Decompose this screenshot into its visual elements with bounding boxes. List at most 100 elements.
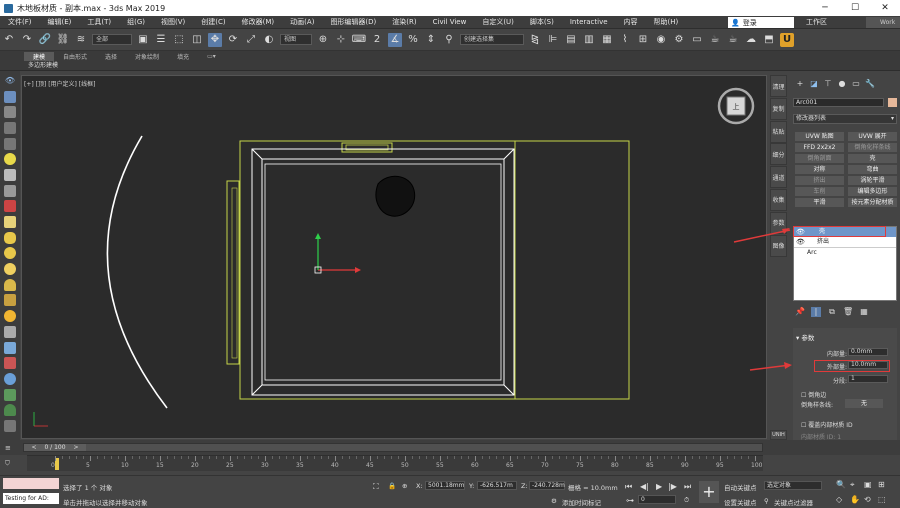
side-tab-copy[interactable]: 复制 <box>770 97 787 120</box>
side-tab-cleanup[interactable]: 清理 <box>770 75 787 97</box>
cylinder-icon[interactable] <box>4 231 16 244</box>
mod-turbosmooth-button[interactable]: 涡轮平滑 <box>848 176 897 185</box>
isolate-icon[interactable]: ⛶ <box>373 482 379 492</box>
eye-icon[interactable]: 👁 <box>796 237 805 247</box>
render-setup-icon[interactable]: ⚙ <box>672 33 686 47</box>
override-inner-checkbox[interactable]: ☐ 覆盖内部材质 ID <box>801 420 853 429</box>
select-object-icon[interactable]: ▣ <box>136 33 150 47</box>
mod-lathe-button[interactable]: 车削 <box>795 187 844 196</box>
pin-stack-icon[interactable]: 📌 <box>795 307 805 317</box>
mod-uvw-unwrap-button[interactable]: UVW 展开 <box>848 132 897 141</box>
menu-edit[interactable]: 编辑(E) <box>40 17 80 27</box>
minimize-button[interactable]: ─ <box>810 0 840 16</box>
login-dropdown[interactable]: 👤 登录 <box>728 17 794 28</box>
rect-select-icon[interactable]: ⬚ <box>172 33 186 47</box>
zoom-extents-icon[interactable]: ▣ <box>864 480 872 489</box>
display-tab-icon[interactable]: ▭ <box>849 79 863 89</box>
set-key-mode-button[interactable]: 设置关键点 <box>724 497 757 507</box>
lock-icon[interactable]: 🔒 <box>388 482 396 490</box>
side-tab-unit[interactable]: UNIH <box>770 430 787 440</box>
sort-icon[interactable] <box>4 121 16 134</box>
inner-amount-spinner[interactable]: 0.0mm <box>848 348 888 356</box>
scene-explorer-icon[interactable] <box>4 90 16 103</box>
box-icon[interactable] <box>4 216 16 229</box>
mod-material-by-element-button[interactable]: 按元素分配材质 <box>848 198 897 207</box>
filter-icon[interactable]: ⛉ <box>5 459 10 468</box>
dynamics-icon[interactable] <box>4 357 16 370</box>
menu-help[interactable]: 帮助(H) <box>646 17 687 27</box>
window-crossing-icon[interactable]: ◫ <box>190 33 204 47</box>
menu-customize[interactable]: 自定义(U) <box>474 17 522 27</box>
keyboard-shortcut-icon[interactable]: ⌨ <box>352 33 366 47</box>
layer-explorer-icon[interactable]: ▤ <box>564 33 578 47</box>
auto-key-button[interactable]: 自动关键点 <box>724 482 757 492</box>
spinner-snap-icon[interactable]: ⇕ <box>424 33 438 47</box>
select-scale-icon[interactable]: ⤢ <box>244 33 258 47</box>
pan-icon[interactable]: ✋ <box>850 495 860 504</box>
zoom-extents-all-icon[interactable]: ⊞ <box>878 480 885 489</box>
mod-extrude-button[interactable]: 挤出 <box>795 176 844 185</box>
bevel-edges-checkbox[interactable]: ☐ 倒角边 <box>801 390 826 399</box>
stack-item-extrude[interactable]: 👁 挤出 <box>794 237 896 247</box>
named-selection-set[interactable]: 创建选择集 <box>460 34 524 45</box>
grid-icon[interactable] <box>4 419 16 432</box>
bind-spacewarp-icon[interactable]: ≋ <box>74 33 88 47</box>
side-tab-paste[interactable]: 粘贴 <box>770 120 787 143</box>
mod-bevel-profile-button[interactable]: 倒角剖面 <box>795 154 844 163</box>
pivot-center-icon[interactable]: ⊕ <box>316 33 330 47</box>
add-time-tag[interactable]: 添加时间标记 <box>562 497 601 507</box>
maximize-button[interactable]: ☐ <box>840 0 870 16</box>
menu-graph-editors[interactable]: 图形编辑器(D) <box>322 17 384 27</box>
side-tab-channel[interactable]: 通道 <box>770 166 787 189</box>
current-frame-field[interactable]: 0 <box>638 495 676 504</box>
time-tag-icon[interactable]: ⚙ <box>551 497 557 505</box>
tree-icon[interactable] <box>4 404 16 417</box>
mod-uvw-map-button[interactable]: UVW 贴图 <box>795 132 844 141</box>
params-header[interactable]: ▾ 参数 <box>796 332 814 342</box>
bevel-spline-button[interactable]: 无 <box>845 399 883 408</box>
goto-end-icon[interactable]: ⏭ <box>684 482 691 492</box>
mod-bend-button[interactable]: 弯曲 <box>848 165 897 174</box>
ribbon-subtitle[interactable]: 多边形建模 <box>0 61 900 71</box>
menu-file[interactable]: 文件(F) <box>0 17 40 27</box>
undo-icon[interactable]: ↶ <box>2 33 16 47</box>
a360-icon[interactable]: ⬒ <box>762 33 776 47</box>
orbit-icon[interactable]: ⟲ <box>864 495 871 504</box>
link-icon[interactable]: 🔗 <box>38 33 52 47</box>
sun-icon[interactable] <box>4 310 16 323</box>
align-icon[interactable]: ⊫ <box>546 33 560 47</box>
tab-object-paint[interactable]: 对象绘制 <box>126 52 168 61</box>
z-coordinate-field[interactable]: -240.728m <box>529 481 565 490</box>
time-slider-track[interactable]: < 0 / 100 > <box>23 443 763 452</box>
play-icon[interactable]: ▶ <box>656 482 662 491</box>
key-filter-icon[interactable]: ⚲ <box>764 497 769 505</box>
plugin-icon[interactable]: U <box>780 32 794 47</box>
motion-tab-icon[interactable]: ● <box>835 79 849 89</box>
menu-group[interactable]: 组(G) <box>119 17 153 27</box>
show-end-result-icon[interactable]: | <box>811 307 821 317</box>
select-by-name-icon[interactable]: ☰ <box>154 33 168 47</box>
eye-icon[interactable]: 👁 <box>4 75 16 87</box>
object-color-swatch[interactable] <box>888 98 897 107</box>
material-editor-icon[interactable]: ◉ <box>654 33 668 47</box>
maxscript-label[interactable]: Testing for AD: <box>3 493 59 504</box>
modifier-list-dropdown[interactable]: 修改器列表 ▾ <box>793 114 897 124</box>
utilities-tab-icon[interactable]: 🔧 <box>863 79 877 89</box>
edit-named-sel-icon[interactable]: ⚲ <box>442 33 456 47</box>
mirror-icon[interactable]: ⧎ <box>528 33 542 47</box>
frame-indicator[interactable]: < 0 / 100 > <box>24 444 86 451</box>
percent-snap-icon[interactable]: % <box>406 33 420 47</box>
particle-icon[interactable] <box>4 341 16 354</box>
tab-freeform[interactable]: 自由形式 <box>54 52 96 61</box>
cone-icon[interactable] <box>4 278 16 291</box>
spacewarp-icon[interactable] <box>4 200 16 213</box>
object-name-field[interactable]: Arc001 <box>793 98 884 107</box>
teapot-icon[interactable] <box>4 294 16 307</box>
key-filters-button[interactable]: 关键点过滤器 <box>774 497 813 507</box>
render-cloud-icon[interactable]: ☁ <box>744 33 758 47</box>
geosphere-icon[interactable] <box>4 263 16 276</box>
menu-rendering[interactable]: 渲染(R) <box>384 17 424 27</box>
ribbon-options-icon[interactable]: ▭▾ <box>198 53 225 60</box>
zoom-all-icon[interactable]: ⌖ <box>850 480 855 490</box>
create-tab-icon[interactable]: + <box>793 79 807 89</box>
